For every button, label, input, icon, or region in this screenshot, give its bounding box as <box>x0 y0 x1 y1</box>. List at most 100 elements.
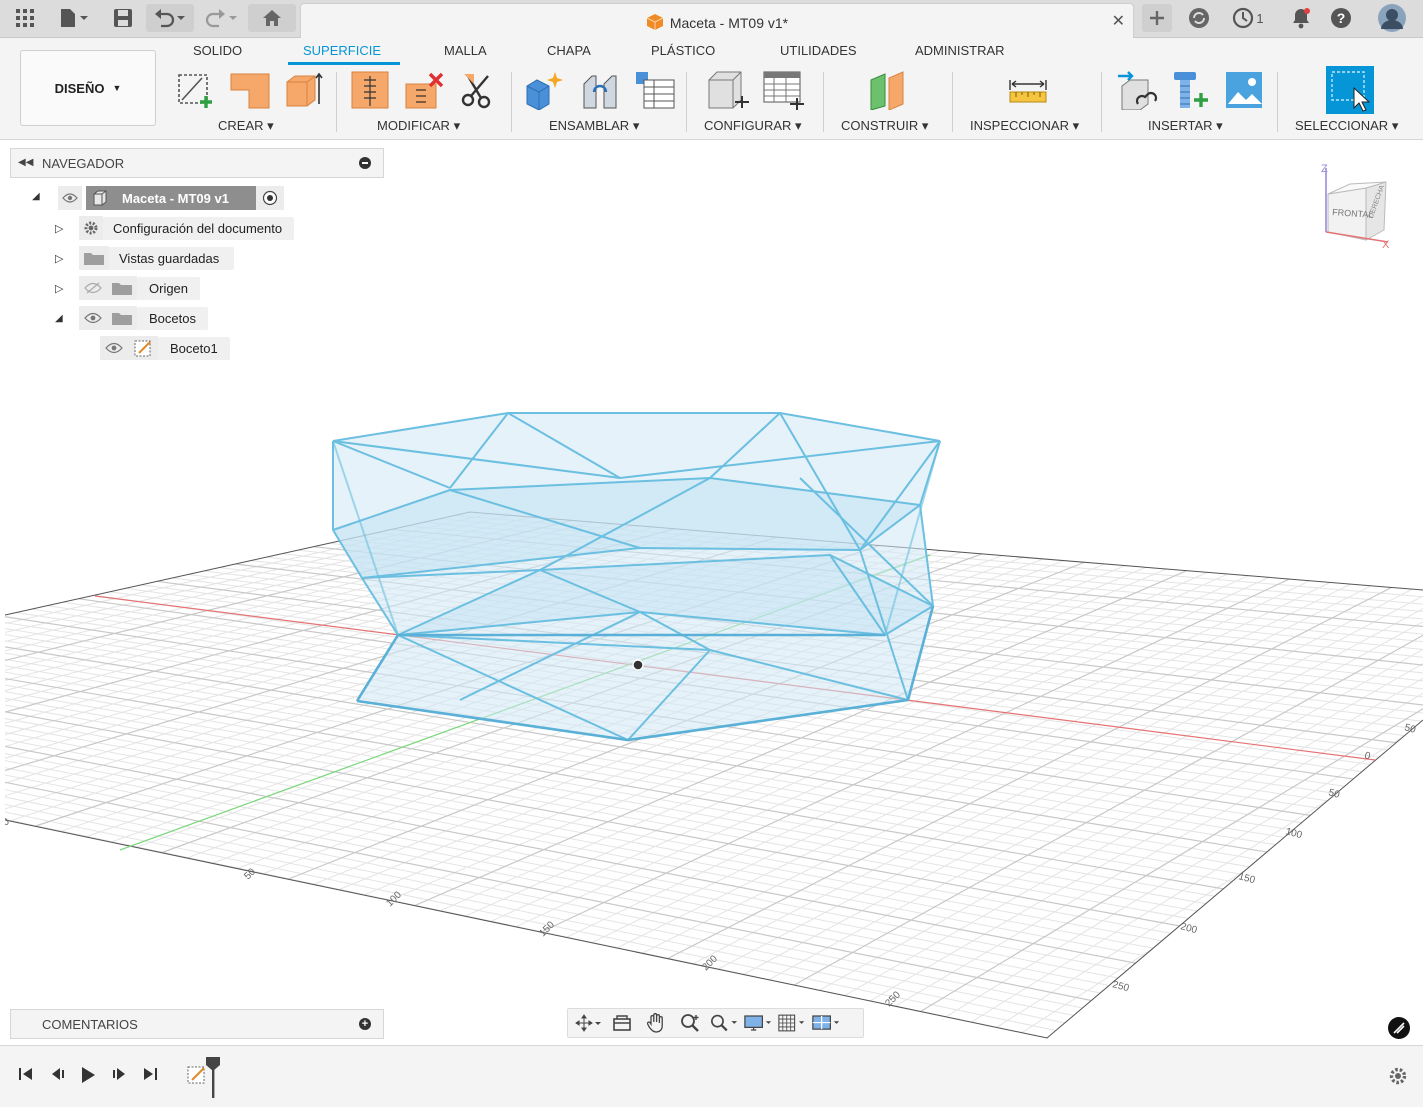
app-grid-icon[interactable] <box>12 4 38 32</box>
press-pull-icon[interactable] <box>350 70 390 110</box>
browser-item-saved-views[interactable]: ▷ Vistas guardadas <box>55 246 235 270</box>
user-avatar[interactable] <box>1376 4 1408 32</box>
document-title-text: Maceta - MT09 v1* <box>669 15 789 31</box>
marking-menu-icon[interactable] <box>1388 1017 1410 1039</box>
separator <box>823 72 824 132</box>
undo-icon[interactable] <box>146 4 194 32</box>
file-menu-icon[interactable] <box>54 4 94 32</box>
viewport-canvas[interactable]: 0 50 100 150 200 250 50 0 50 100 150 200… <box>5 140 1423 1045</box>
configure-params-icon[interactable] <box>707 70 749 110</box>
group-configurar[interactable]: CONFIGURAR ▾ <box>704 118 802 134</box>
configuration-table-icon[interactable] <box>762 70 804 110</box>
browser-item-sketch1[interactable]: Boceto1 <box>100 336 230 360</box>
origin-point[interactable] <box>632 659 644 671</box>
step-back-icon[interactable] <box>50 1066 66 1087</box>
document-cube-icon <box>646 13 664 34</box>
root-label-box[interactable]: Maceta - MT09 v1 <box>86 186 256 210</box>
insert-derive-icon[interactable] <box>1116 70 1158 111</box>
delete-face-icon[interactable] <box>404 70 444 110</box>
display-settings-icon[interactable] <box>744 1011 772 1035</box>
select-icon[interactable] <box>1326 66 1374 114</box>
play-icon[interactable] <box>80 1066 96 1089</box>
collapse-panel-icon[interactable]: ◀◀ <box>18 157 33 168</box>
grid-label-right: 250 <box>1111 979 1130 994</box>
browser-item-label: Boceto1 <box>158 336 230 360</box>
group-insertar-label: INSERTAR <box>1148 118 1213 133</box>
browser-panel-header[interactable]: ◀◀ NAVEGADOR <box>10 148 384 178</box>
redo-icon[interactable] <box>198 4 242 32</box>
expand-caret-icon[interactable]: ▷ <box>55 222 69 235</box>
look-at-icon[interactable] <box>608 1011 636 1035</box>
group-crear[interactable]: CREAR ▾ <box>218 118 274 134</box>
ribbon-toolbar: DISEÑO ▼ SOLIDO SUPERFICIE MALLA CHAPA P… <box>0 38 1423 140</box>
close-tab-icon[interactable]: ✕ <box>1112 11 1125 31</box>
go-to-end-icon[interactable] <box>142 1066 158 1087</box>
insert-mcmaster-bolt-icon[interactable] <box>1170 70 1210 110</box>
insert-canvas-image-icon[interactable] <box>1224 70 1264 110</box>
new-component-icon[interactable] <box>525 70 565 111</box>
step-forward-icon[interactable] <box>111 1066 127 1087</box>
go-to-start-icon[interactable] <box>18 1066 34 1087</box>
comments-panel[interactable]: COMENTARIOS + <box>10 1009 384 1039</box>
tab-administrar[interactable]: ADMINISTRAR <box>915 43 1005 58</box>
browser-item-sketches[interactable]: ◢ Bocetos <box>55 306 208 330</box>
tab-plastico[interactable]: PLÁSTICO <box>651 43 715 58</box>
group-ensamblar[interactable]: ENSAMBLAR ▾ <box>549 118 639 134</box>
timeline-marker[interactable] <box>205 1056 221 1105</box>
new-tab-icon[interactable] <box>1142 4 1172 32</box>
minimize-icon[interactable] <box>359 157 371 169</box>
timeline-settings-gear-icon[interactable] <box>1388 1066 1408 1091</box>
notifications-bell-icon[interactable] <box>1288 4 1314 32</box>
expand-caret-icon[interactable]: ◢ <box>32 191 40 202</box>
pan-hand-icon[interactable] <box>642 1011 670 1035</box>
save-icon[interactable] <box>110 4 136 32</box>
group-seleccionar[interactable]: SELECCIONAR ▾ <box>1295 118 1398 134</box>
activate-radio-icon[interactable] <box>256 186 284 210</box>
zoom-window-icon[interactable] <box>710 1011 738 1035</box>
tab-malla[interactable]: MALLA <box>444 43 487 58</box>
tab-superficie[interactable]: SUPERFICIE <box>303 43 381 58</box>
group-modificar-label: MODIFICAR <box>377 118 450 133</box>
collapse-caret-icon[interactable]: ◢ <box>55 313 69 324</box>
visibility-eye-icon[interactable] <box>100 336 128 360</box>
workspace-switcher[interactable]: DISEÑO ▼ <box>20 50 156 126</box>
tab-chapa[interactable]: CHAPA <box>547 43 591 58</box>
tab-utilidades[interactable]: UTILIDADES <box>780 43 857 58</box>
extensions-icon[interactable] <box>1186 4 1212 32</box>
job-status-icon[interactable]: 1 <box>1228 4 1268 32</box>
grid-label-right: 200 <box>1179 921 1198 936</box>
bill-of-materials-icon[interactable] <box>634 70 675 110</box>
visibility-eye-icon[interactable] <box>58 186 82 210</box>
hidden-eye-icon[interactable] <box>79 276 107 300</box>
joint-icon[interactable] <box>580 70 620 110</box>
orbit-icon[interactable] <box>574 1011 602 1035</box>
thicken-icon[interactable] <box>283 70 323 110</box>
create-sketch-icon[interactable] <box>176 70 216 110</box>
group-insertar[interactable]: INSERTAR ▾ <box>1148 118 1223 134</box>
measure-icon[interactable] <box>1008 70 1048 110</box>
viewcube[interactable]: FRONTAL DERECHA Z X <box>1320 160 1400 251</box>
extrude-surface-icon[interactable] <box>229 70 270 110</box>
help-icon[interactable]: ? <box>1328 4 1354 32</box>
vase-surface-model[interactable] <box>332 412 941 742</box>
grid-settings-icon[interactable] <box>778 1011 806 1035</box>
grid-label-left: 150 <box>537 919 557 939</box>
group-modificar[interactable]: MODIFICAR ▾ <box>377 118 460 134</box>
browser-item-origin[interactable]: ▷ Origen <box>55 276 201 300</box>
trim-scissors-icon[interactable] <box>458 70 498 110</box>
expand-caret-icon[interactable]: ▷ <box>55 252 69 265</box>
expand-caret-icon[interactable]: ▷ <box>55 282 69 295</box>
grid-line <box>5 695 1124 989</box>
document-tab[interactable]: Maceta - MT09 v1* ✕ <box>300 3 1134 38</box>
browser-item-config[interactable]: ▷ Configuración del documento <box>55 216 295 240</box>
folder-icon <box>107 276 137 300</box>
zoom-icon[interactable] <box>676 1011 704 1035</box>
group-inspeccionar[interactable]: INSPECCIONAR ▾ <box>970 118 1079 134</box>
group-construir[interactable]: CONSTRUIR ▾ <box>841 118 928 134</box>
add-comment-icon[interactable]: + <box>359 1018 371 1030</box>
construct-plane-icon[interactable] <box>867 70 907 111</box>
home-icon[interactable] <box>248 4 296 32</box>
visibility-eye-icon[interactable] <box>79 306 107 330</box>
viewports-icon[interactable] <box>812 1011 840 1035</box>
tab-solido[interactable]: SOLIDO <box>193 43 242 58</box>
